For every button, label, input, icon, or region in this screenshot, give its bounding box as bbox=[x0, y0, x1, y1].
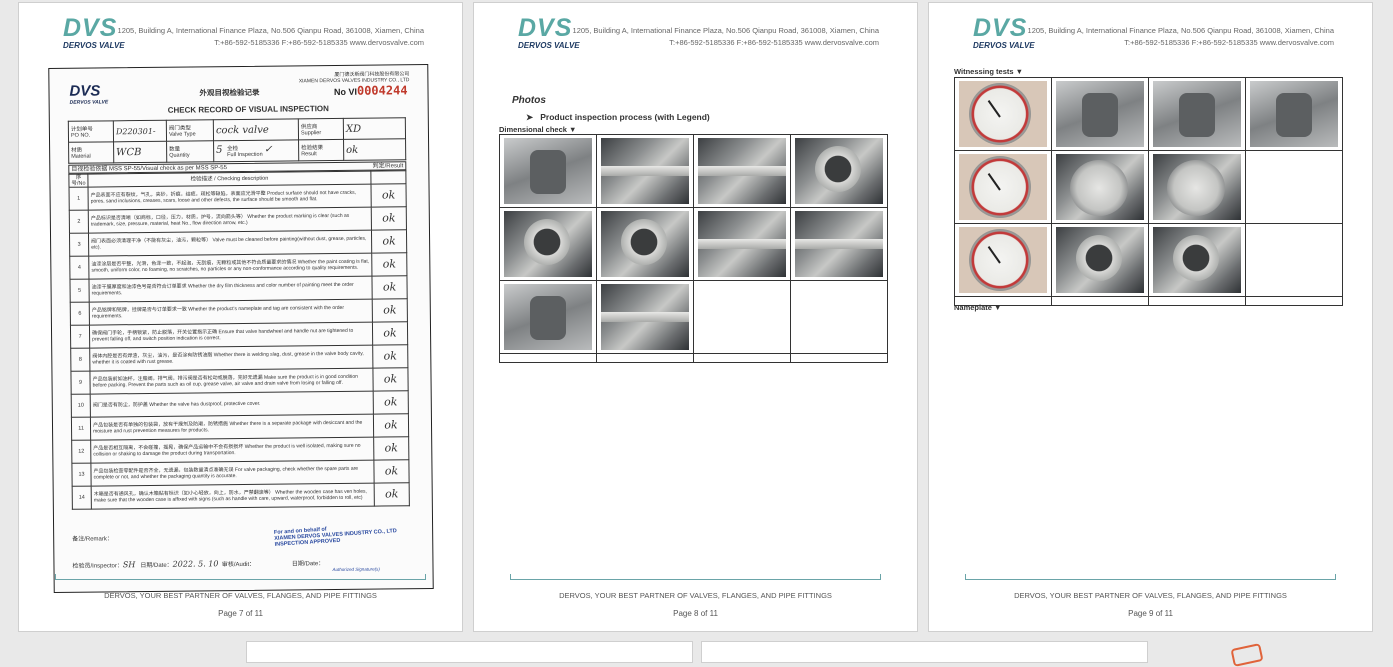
checklist-row: 14 木箱是否有通风孔，确认木箱贴有标识（如小心轻放，向上，防水，严禁翻滚等） W… bbox=[72, 482, 410, 510]
inspection-photo bbox=[601, 284, 689, 350]
footer-slogan: DERVOS, YOUR BEST PARTNER OF VALVES, FLA… bbox=[1014, 591, 1287, 600]
inspection-photo bbox=[1153, 154, 1241, 220]
company-address: 1205, Building A, International Finance … bbox=[573, 25, 879, 49]
document-page-9: DVS DERVOS VALVE 1205, Building A, Inter… bbox=[928, 2, 1373, 632]
page-header: DVS DERVOS VALVE 1205, Building A, Inter… bbox=[19, 3, 462, 59]
inspection-photo bbox=[601, 211, 689, 277]
contact-line: T:+86-592-5185336 F:+86-592-5185335 www.… bbox=[214, 38, 424, 47]
company-address: 1205, Building A, International Finance … bbox=[1028, 25, 1334, 49]
record-number: No VI0004244 bbox=[333, 83, 408, 98]
document-page-10-partial bbox=[246, 641, 693, 663]
inspection-photo bbox=[795, 138, 883, 204]
contact-line: T:+86-592-5185336 F:+86-592-5185335 www.… bbox=[1124, 38, 1334, 47]
contact-line: T:+86-592-5185336 F:+86-592-5185335 www.… bbox=[669, 38, 879, 47]
page-header: DVS DERVOS VALVE 1205, Building A, Inter… bbox=[929, 3, 1372, 59]
company-address: 1205, Building A, International Finance … bbox=[118, 25, 424, 49]
record-logo: DVS DERVOS VALVE bbox=[69, 82, 109, 106]
witnessing-tests-label: Witnessing tests ▼ bbox=[954, 67, 1024, 76]
inspection-photo bbox=[698, 138, 786, 204]
footer-slogan: DERVOS, YOUR BEST PARTNER OF VALVES, FLA… bbox=[559, 591, 832, 600]
document-page-11-partial bbox=[701, 641, 1148, 663]
inspection-photo bbox=[1056, 81, 1144, 147]
dimensional-check-label: Dimensional check ▼ bbox=[499, 125, 577, 134]
inspection-photo bbox=[504, 138, 592, 204]
inspection-photo bbox=[1056, 227, 1144, 293]
floating-widget-icon[interactable] bbox=[1230, 643, 1264, 667]
bullet-item: ➤ Product inspection process (with Legen… bbox=[526, 112, 710, 122]
inspection-photo bbox=[959, 81, 1047, 147]
record-title-cn: 外观目视检验记录 bbox=[199, 87, 260, 98]
inspection-photo bbox=[1153, 81, 1241, 147]
document-page-7: DVS DERVOS VALVE 1205, Building A, Inter… bbox=[18, 2, 463, 632]
checklist-table: 序号/No 检验描述 / Checking description 1 产品表面不应… bbox=[68, 170, 410, 510]
photo-grid bbox=[954, 77, 1343, 306]
inspection-photo bbox=[1250, 81, 1338, 147]
signature-line: 检验员/Inspector：SH 日期/Date：2022. 5. 10 审核/… bbox=[72, 559, 380, 573]
inspection-photo bbox=[959, 227, 1047, 293]
footer-slogan: DERVOS, YOUR BEST PARTNER OF VALVES, FLA… bbox=[104, 591, 377, 600]
photo-grid bbox=[499, 134, 888, 363]
inspection-photo bbox=[504, 211, 592, 277]
record-title: CHECK RECORD OF VISUAL INSPECTION bbox=[167, 104, 329, 115]
check-record-scan: DVS DERVOS VALVE 厦门德沃斯阀门科技股份有限公司 XIAMEN DE… bbox=[48, 64, 434, 593]
document-page-8: DVS DERVOS VALVE 1205, Building A, Inter… bbox=[473, 2, 918, 632]
photos-title: Photos bbox=[512, 95, 546, 106]
page-footer: DERVOS, YOUR BEST PARTNER OF VALVES, FLA… bbox=[19, 574, 462, 629]
page-number: Page 9 of 11 bbox=[1128, 609, 1173, 618]
nameplate-label: Nameplate ▼ bbox=[954, 303, 1002, 312]
page-number: Page 7 of 11 bbox=[218, 609, 263, 618]
inspection-photo bbox=[1056, 154, 1144, 220]
address-line: 1205, Building A, International Finance … bbox=[1027, 26, 1334, 35]
inspection-photo bbox=[601, 138, 689, 204]
inspection-photo bbox=[504, 284, 592, 350]
inspection-photo bbox=[1153, 227, 1241, 293]
page-header: DVS DERVOS VALVE 1205, Building A, Inter… bbox=[474, 3, 917, 59]
inspection-photo bbox=[795, 211, 883, 277]
inspection-photo bbox=[959, 154, 1047, 220]
record-header-table: 计划单号 PO NO. D220301- 阀门类型 Valve Type coc… bbox=[68, 117, 406, 164]
address-line: 1205, Building A, International Finance … bbox=[572, 26, 879, 35]
page-footer: DERVOS, YOUR BEST PARTNER OF VALVES, FLA… bbox=[929, 574, 1372, 629]
inspection-photo bbox=[698, 211, 786, 277]
address-line: 1205, Building A, International Finance … bbox=[117, 26, 424, 35]
page-footer: DERVOS, YOUR BEST PARTNER OF VALVES, FLA… bbox=[474, 574, 917, 629]
page-number: Page 8 of 11 bbox=[673, 609, 718, 618]
